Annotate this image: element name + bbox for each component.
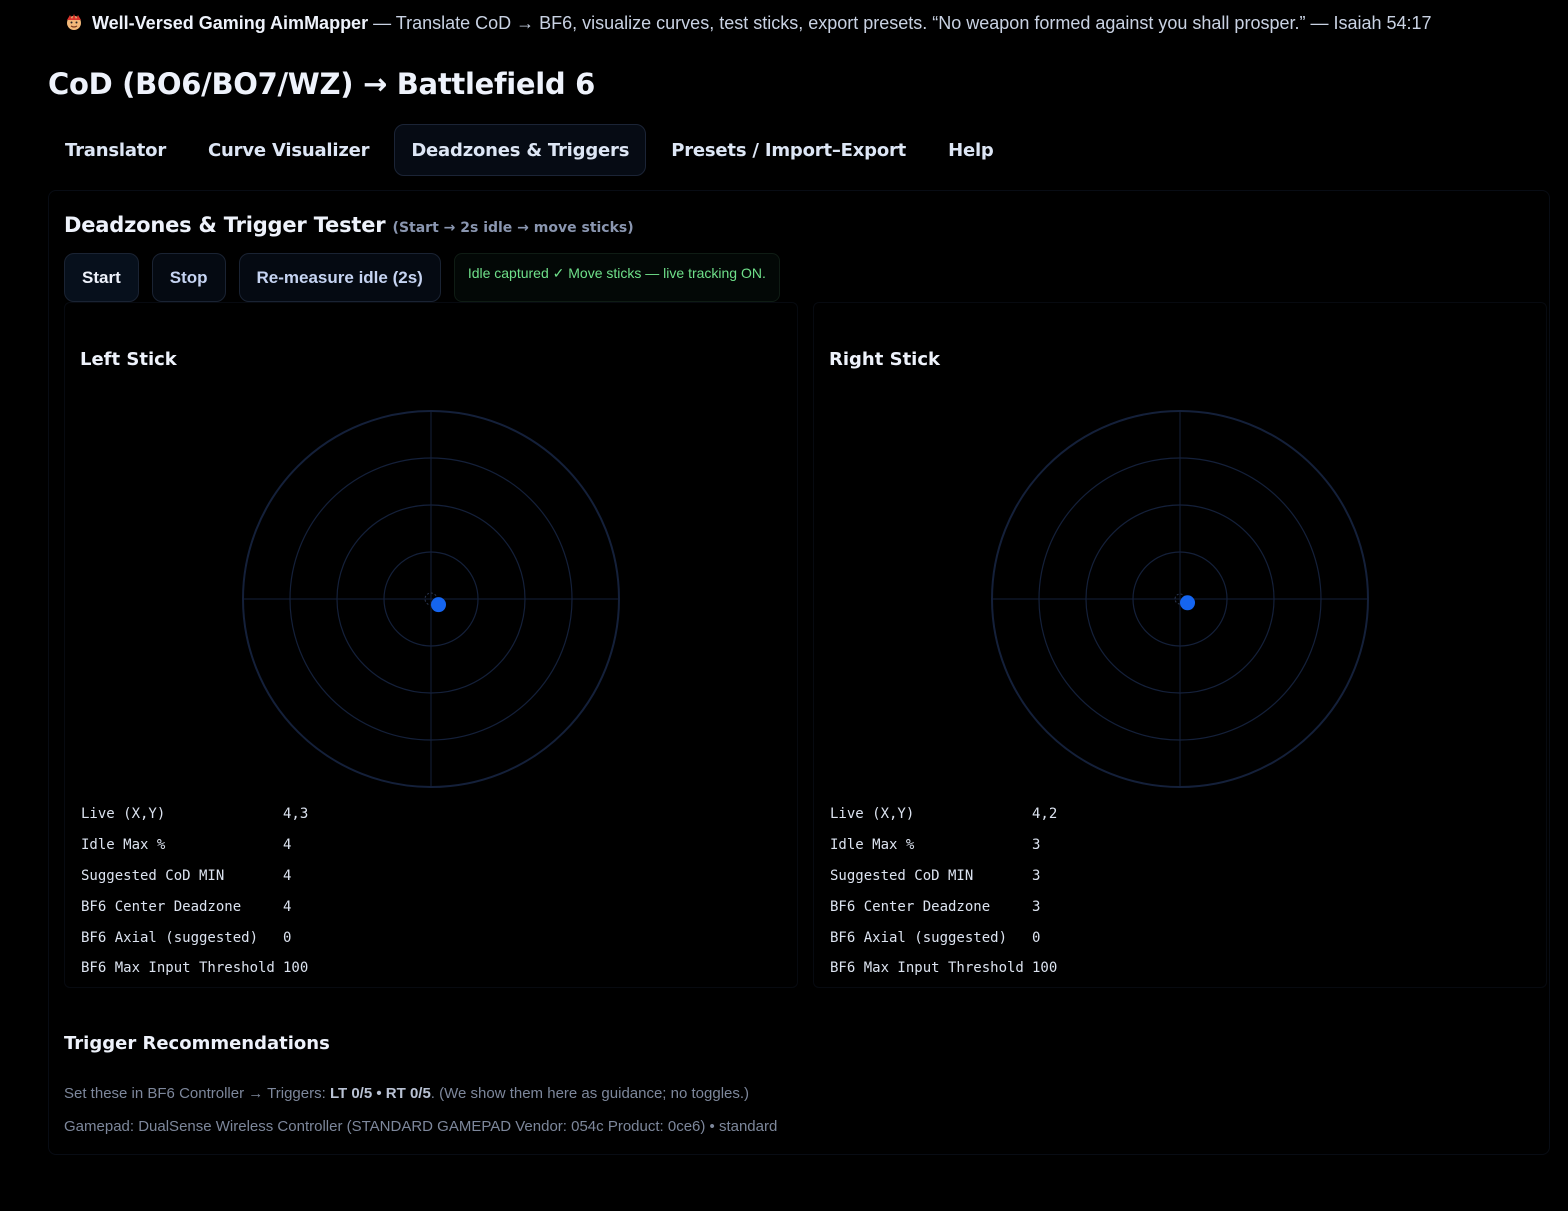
stat-row: BF6 Center Deadzone 3: [830, 891, 1057, 922]
tab-translator[interactable]: Translator: [48, 124, 183, 176]
stat-value: 4: [283, 837, 292, 854]
stat-label: BF6 Max Input Threshold: [81, 960, 275, 977]
stat-row: Idle Max % 4: [81, 830, 308, 861]
tab-presets-import-export[interactable]: Presets / Import–Export: [654, 124, 923, 176]
brand-name: Well-Versed Gaming AimMapper: [92, 13, 369, 33]
section-title: Deadzones & Trigger Tester (Start → 2s i…: [64, 211, 634, 242]
stat-label: Live (X,Y): [81, 806, 166, 823]
stat-row: BF6 Max Input Threshold 100: [830, 953, 1057, 984]
stat-value: 100: [283, 960, 309, 977]
stick-position-dot: [431, 597, 447, 613]
gamepad-info: Gamepad: DualSense Wireless Controller (…: [64, 1118, 778, 1135]
right-stick-stats: Live (X,Y) 4,2 Idle Max % 3 Suggested CoD …: [830, 799, 1057, 984]
status-message: Idle captured ✓ Move sticks — live track…: [453, 253, 780, 302]
stat-value: 100: [1032, 960, 1058, 977]
app-header: Well-Versed Gaming AimMapper — Translate…: [64, 11, 1432, 35]
stat-label: Suggested CoD MIN: [81, 867, 225, 884]
trigger-separator: •: [372, 1085, 386, 1102]
stat-value: 4,2: [1032, 806, 1058, 823]
stat-row: Idle Max % 3: [830, 830, 1057, 861]
stat-label: BF6 Axial (suggested): [81, 929, 259, 946]
right-stick-visualizer: [991, 410, 1369, 788]
left-stick-visualizer: [242, 410, 620, 788]
section-subtitle: (Start → 2s idle → move sticks): [392, 220, 634, 236]
tab-deadzones-triggers[interactable]: Deadzones & Triggers: [394, 124, 647, 176]
stat-value: 3: [1032, 898, 1041, 915]
stat-row: BF6 Center Deadzone 4: [81, 891, 308, 922]
logo-emoji-icon: [67, 14, 81, 30]
stat-row: Live (X,Y) 4,3: [81, 799, 308, 830]
stat-row: Suggested CoD MIN 4: [81, 861, 308, 892]
stat-label: Suggested CoD MIN: [830, 867, 974, 884]
stat-row: BF6 Axial (suggested) 0: [830, 922, 1057, 953]
stat-label: BF6 Axial (suggested): [830, 929, 1008, 946]
stat-value: 3: [1032, 867, 1041, 884]
stat-row: BF6 Axial (suggested) 0: [81, 922, 308, 953]
section-title-text: Deadzones & Trigger Tester: [64, 213, 386, 237]
stat-label: Idle Max %: [81, 837, 166, 854]
tab-help[interactable]: Help: [931, 124, 1011, 176]
stat-value: 4: [283, 898, 292, 915]
stat-value: 4: [283, 867, 292, 884]
trigger-note-prefix: Set these in BF6 Controller → Triggers:: [64, 1085, 330, 1102]
left-stick-card: Left Stick Live (X,Y) 4,3 Idle Max % 4 Sug…: [64, 302, 798, 988]
stat-row: Suggested CoD MIN 3: [830, 861, 1057, 892]
page-title: CoD (BO6/BO7/WZ) → Battlefield 6: [48, 67, 596, 101]
stat-value: 0: [283, 929, 292, 946]
left-stick-title: Left Stick: [80, 349, 177, 370]
stat-label: Idle Max %: [830, 837, 915, 854]
remeasure-idle-button[interactable]: Re-measure idle (2s): [238, 253, 441, 302]
left-stick-stats: Live (X,Y) 4,3 Idle Max % 4 Suggested CoD …: [81, 799, 308, 984]
stat-label: BF6 Center Deadzone: [81, 898, 242, 915]
trigger-note-suffix: . (We show them here as guidance; no tog…: [430, 1085, 750, 1102]
stat-label: BF6 Max Input Threshold: [830, 960, 1024, 977]
tagline: — Translate CoD → BF6, visualize curves,…: [368, 13, 1432, 33]
right-stick-title: Right Stick: [829, 349, 940, 370]
tester-controls: Start Stop Re-measure idle (2s) Idle cap…: [64, 253, 780, 302]
stop-button[interactable]: Stop: [151, 253, 226, 302]
stat-value: 4,3: [283, 806, 309, 823]
tab-bar: Translator Curve Visualizer Deadzones & …: [48, 124, 1011, 176]
stat-value: 0: [1032, 929, 1041, 946]
stat-row: Live (X,Y) 4,2: [830, 799, 1057, 830]
trigger-recommendation-note: Set these in BF6 Controller → Triggers: …: [64, 1085, 749, 1102]
stat-label: Live (X,Y): [830, 806, 915, 823]
trigger-recommendations-title: Trigger Recommendations: [64, 1033, 330, 1054]
lt-recommendation: LT 0/5: [329, 1085, 373, 1102]
stat-row: BF6 Max Input Threshold 100: [81, 953, 308, 984]
start-button[interactable]: Start: [64, 253, 139, 302]
stat-value: 3: [1032, 837, 1041, 854]
tab-curve-visualizer[interactable]: Curve Visualizer: [191, 124, 386, 176]
rt-recommendation: RT 0/5: [385, 1085, 431, 1102]
stat-label: BF6 Center Deadzone: [830, 898, 991, 915]
stick-position-dot: [1180, 595, 1196, 611]
right-stick-card: Right Stick Live (X,Y) 4,2 Idle Max % 3 Su…: [813, 302, 1547, 988]
